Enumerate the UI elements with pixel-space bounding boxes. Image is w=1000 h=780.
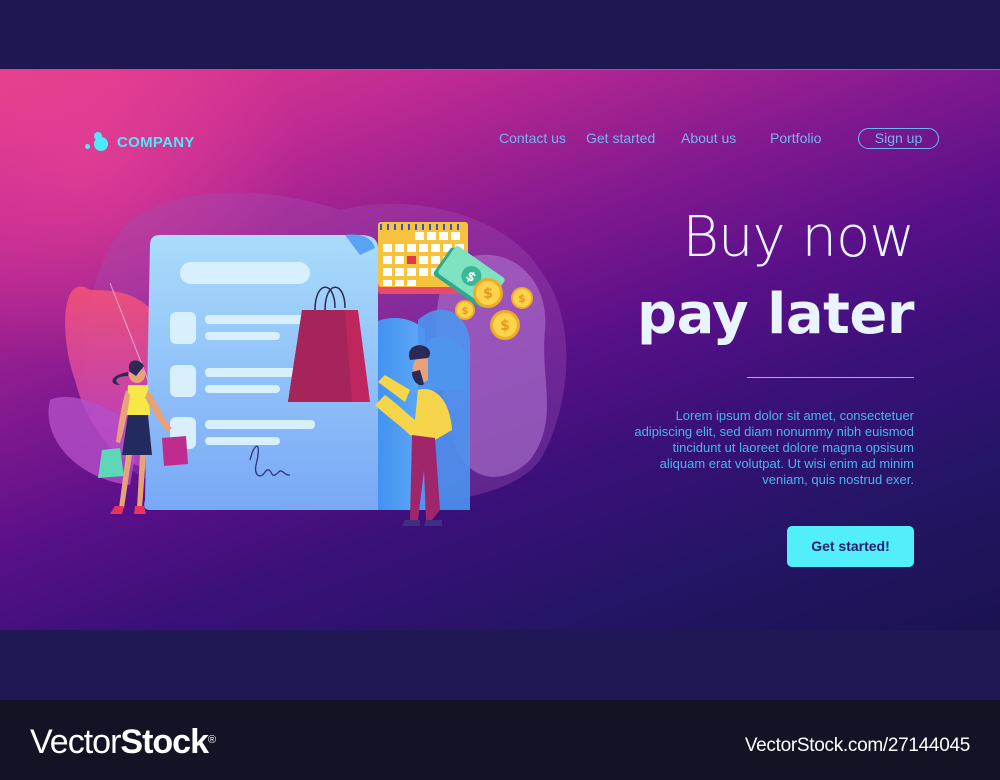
- headline-line-2: pay later: [636, 282, 915, 347]
- nav-get-started[interactable]: Get started: [586, 128, 655, 148]
- get-started-cta-button[interactable]: Get started!: [787, 526, 914, 567]
- svg-text:$: $: [462, 306, 469, 317]
- main-nav: Contact us Get started About us Portfoli…: [0, 128, 1000, 150]
- svg-text:$: $: [483, 286, 493, 302]
- nav-about-us[interactable]: About us: [681, 128, 736, 148]
- nav-contact-us[interactable]: Contact us: [499, 128, 566, 148]
- nav-portfolio[interactable]: Portfolio: [770, 128, 821, 148]
- green-bag: [98, 448, 124, 478]
- hero-illustration: $ $ $ $ $: [48, 192, 567, 526]
- bottom-band: [0, 630, 1000, 700]
- top-band: [0, 0, 1000, 69]
- vectorstock-url: VectorStock.com/27144045: [744, 735, 970, 756]
- headline-divider: [747, 377, 914, 378]
- hero-body-text: Lorem ipsum dolor sit amet, consectetuer…: [634, 408, 914, 487]
- sign-up-button[interactable]: Sign up: [858, 128, 939, 149]
- registered-mark: ®: [207, 734, 216, 746]
- pink-bag: [162, 436, 188, 466]
- svg-text:$: $: [518, 292, 526, 305]
- vectorstock-logo: VectorStock®: [30, 722, 216, 762]
- svg-text:$: $: [500, 318, 510, 334]
- logo-light-text: Vector: [30, 723, 121, 761]
- headline-line-1: Buy now: [682, 205, 915, 270]
- logo-bold-text: Stock: [120, 723, 209, 761]
